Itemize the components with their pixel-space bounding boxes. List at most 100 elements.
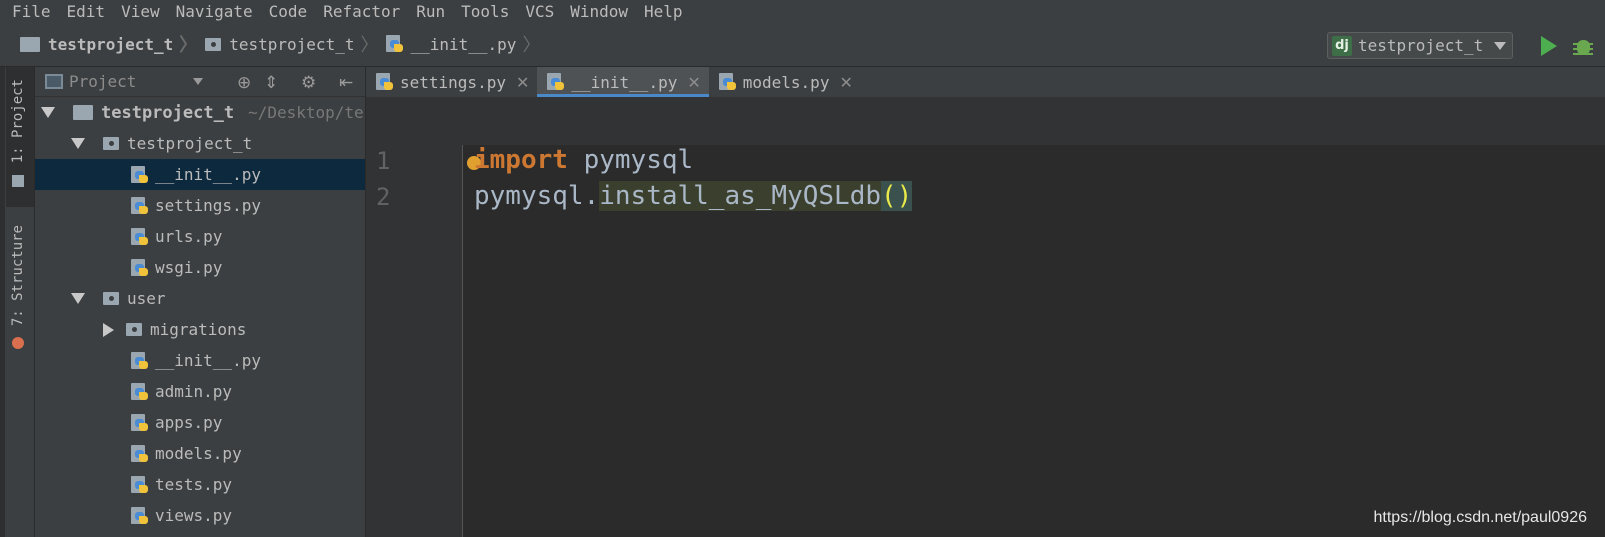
editor-gutter: 1 2	[366, 145, 463, 537]
tool-window-strip: 1: Project 7: Structure	[0, 67, 35, 537]
code-text: pymysql	[567, 145, 694, 175]
expand-arrow-icon[interactable]	[41, 107, 55, 118]
project-panel-header: Project ⊕ ⇕ ⚙ ⇤	[35, 67, 365, 97]
folder-icon	[73, 105, 93, 120]
chevron-right-icon: 〉	[522, 35, 541, 56]
menu-window[interactable]: Window	[570, 2, 628, 21]
python-file-icon	[386, 35, 404, 53]
folder-icon	[20, 36, 40, 52]
menu-tools[interactable]: Tools	[461, 2, 509, 21]
tree-item-file[interactable]: wsgi.py	[35, 252, 365, 283]
package-folder-icon	[205, 37, 222, 51]
tree-item-package[interactable]: testproject_t	[35, 128, 365, 159]
code-editor[interactable]: import pymysql pymysql.install_as_MyQSLd…	[463, 145, 1605, 537]
python-file-icon	[131, 475, 149, 494]
tab-label: settings.py	[400, 72, 506, 92]
tree-item-file[interactable]: admin.py	[35, 376, 365, 407]
debug-icon[interactable]	[1573, 35, 1593, 57]
code-text: pymysql.	[474, 181, 600, 211]
menu-file[interactable]: File	[12, 2, 51, 21]
python-file-icon	[131, 258, 149, 277]
menu-view[interactable]: View	[121, 2, 160, 21]
tree-item-file[interactable]: __init__.py	[35, 345, 365, 376]
editor-tabs: settings.py ✕ __init__.py ✕ models.py ✕	[366, 67, 1605, 97]
structure-icon	[12, 337, 24, 349]
package-folder-icon	[126, 323, 142, 336]
line-number: 1	[376, 147, 391, 175]
python-file-icon	[131, 351, 149, 370]
python-file-icon	[131, 413, 149, 432]
breadcrumb-project-label: testproject_t	[48, 34, 174, 54]
tab-label: __init__.py	[571, 72, 678, 92]
tab-init[interactable]: __init__.py ✕	[537, 67, 710, 97]
chevron-right-icon: 〉	[360, 35, 379, 56]
breadcrumb-package-label: testproject_t	[229, 34, 355, 54]
python-file-icon	[547, 73, 565, 91]
watermark: https://blog.csdn.net/paul0926	[1373, 509, 1588, 526]
tree-item-file[interactable]: models.py	[35, 438, 365, 469]
line-number: 2	[376, 183, 391, 211]
menu-help[interactable]: Help	[644, 2, 683, 21]
run-configuration-select[interactable]: dj testproject_t	[1327, 32, 1513, 59]
python-file-icon	[376, 73, 394, 91]
collapse-arrow-icon[interactable]	[103, 322, 114, 337]
python-file-icon	[131, 506, 149, 525]
tree-item-file[interactable]: views.py	[35, 500, 365, 531]
expand-arrow-icon[interactable]	[71, 293, 85, 304]
tree-item-file[interactable]: apps.py	[35, 407, 365, 438]
python-file-icon	[718, 73, 737, 91]
menu-run[interactable]: Run	[416, 2, 445, 21]
menu-bar: File Edit View Navigate Code Refactor Ru…	[0, 0, 1605, 22]
chevron-down-icon	[1494, 42, 1506, 50]
tree-item-root[interactable]: testproject_t ~/Desktop/te	[35, 97, 365, 128]
chevron-down-icon[interactable]	[193, 78, 203, 85]
tab-models[interactable]: models.py ✕	[709, 67, 861, 97]
tree-item-file[interactable]: urls.py	[35, 221, 365, 252]
tab-settings[interactable]: settings.py ✕	[366, 67, 537, 97]
code-line-1: import pymysql	[474, 145, 693, 175]
breadcrumb-file-label: __init__.py	[410, 34, 517, 54]
code-keyword: import	[474, 145, 568, 175]
django-icon: dj	[1332, 35, 1352, 56]
menu-edit[interactable]: Edit	[67, 2, 106, 21]
python-file-icon	[131, 196, 149, 215]
python-file-icon	[131, 227, 149, 246]
python-file-icon	[131, 444, 149, 463]
project-view-icon	[45, 74, 63, 89]
run-icon[interactable]	[1541, 36, 1557, 56]
breadcrumb-package[interactable]: testproject_t 〉	[205, 31, 386, 57]
code-line-2: pymysql.install_as_MyQSLdb()	[474, 181, 913, 211]
tab-label: models.py	[742, 72, 830, 92]
python-file-icon	[131, 165, 149, 184]
editor-header-strip	[366, 97, 1605, 145]
gear-icon[interactable]: ⚙	[301, 73, 316, 93]
tree-item-package[interactable]: migrations	[35, 314, 365, 345]
breadcrumb-project[interactable]: testproject_t 〉	[20, 31, 205, 57]
expand-arrow-icon[interactable]	[71, 138, 85, 149]
menu-navigate[interactable]: Navigate	[176, 2, 253, 21]
left-edge	[0, 67, 5, 537]
menu-vcs[interactable]: VCS	[525, 2, 554, 21]
collapse-all-icon[interactable]: ⇕	[264, 73, 278, 93]
menu-refactor[interactable]: Refactor	[323, 2, 400, 21]
project-icon	[12, 175, 24, 187]
close-icon[interactable]: ✕	[839, 73, 852, 92]
menu-code[interactable]: Code	[269, 2, 308, 21]
python-file-icon	[131, 382, 149, 401]
tree-item-file[interactable]: tests.py	[35, 469, 365, 500]
close-icon[interactable]: ✕	[687, 73, 700, 92]
package-folder-icon	[103, 137, 119, 150]
hide-panel-icon[interactable]: ⇤	[339, 73, 353, 93]
tree-item-package[interactable]: user	[35, 283, 365, 314]
chevron-right-icon: 〉	[179, 35, 198, 56]
breadcrumb-file[interactable]: __init__.py 〉	[386, 31, 548, 57]
close-icon[interactable]: ✕	[516, 73, 529, 92]
code-parens: ()	[881, 181, 913, 211]
project-tool-tab[interactable]: 1: Project	[10, 79, 26, 163]
tree-item-file[interactable]: settings.py	[35, 190, 365, 221]
package-folder-icon	[103, 292, 119, 305]
structure-tool-tab[interactable]: 7: Structure	[10, 225, 26, 326]
project-view-select[interactable]: Project	[69, 72, 136, 91]
tree-item-file[interactable]: __init__.py	[35, 159, 365, 190]
locate-file-icon[interactable]: ⊕	[237, 73, 251, 93]
